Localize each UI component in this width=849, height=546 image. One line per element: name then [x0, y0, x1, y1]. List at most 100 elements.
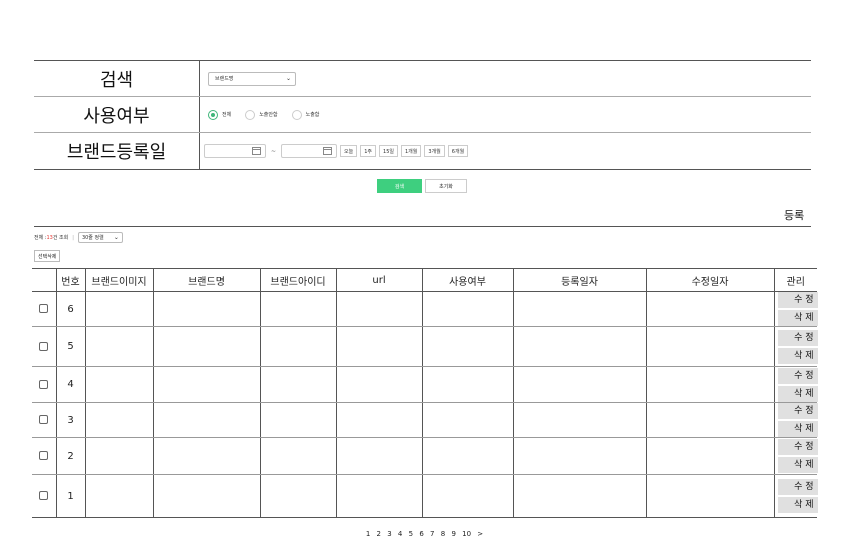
- calendar-icon[interactable]: [252, 147, 261, 155]
- list-toolbar: 전체 : 13 건 조회 | 30줄 정렬 ⌄: [34, 232, 123, 243]
- search-field-select[interactable]: 브랜드명 ⌄: [208, 71, 296, 86]
- manage-cell: 수 정 삭 제: [773, 291, 818, 327]
- page-link-9[interactable]: 9: [451, 530, 455, 538]
- brand-id-cell: [259, 326, 336, 367]
- brand-name-cell: [152, 437, 260, 475]
- page-link-3[interactable]: 3: [387, 530, 391, 538]
- header-brand-name: 브랜드명: [152, 268, 260, 292]
- radio-visible[interactable]: [291, 109, 302, 120]
- table-row: 3 수 정 삭 제: [32, 402, 818, 438]
- next-page-button[interactable]: >: [477, 530, 483, 538]
- brand-name-cell: [152, 291, 260, 327]
- radio-all[interactable]: [208, 109, 218, 120]
- url-cell: [335, 437, 422, 475]
- mod-date-cell: [645, 474, 774, 518]
- search-field-value: 브랜드명: [215, 76, 234, 82]
- delete-button[interactable]: 삭 제: [777, 385, 818, 402]
- edit-button[interactable]: 수 정: [777, 329, 818, 346]
- delete-button[interactable]: 삭 제: [777, 421, 818, 437]
- edit-button[interactable]: 수 정: [777, 479, 818, 495]
- usage-cell: [421, 437, 513, 475]
- row-checkbox[interactable]: [39, 379, 49, 389]
- page-link-1[interactable]: 1: [366, 530, 370, 538]
- brand-name-cell: [152, 326, 260, 367]
- reset-button[interactable]: 초기화: [425, 179, 467, 193]
- radio-hidden[interactable]: [245, 109, 256, 120]
- page-link-2[interactable]: 2: [377, 530, 381, 538]
- search-row-usage: 사용여부 전체 노출안함 노출함: [34, 97, 811, 133]
- mod-date-cell: [645, 402, 774, 438]
- table-row: 6 수 정 삭 제: [32, 291, 818, 327]
- start-date-input[interactable]: [204, 144, 266, 158]
- manage-cell: 수 정 삭 제: [773, 402, 818, 438]
- radio-visible-label[interactable]: 노출함: [306, 111, 320, 118]
- page-link-10[interactable]: 10: [462, 530, 471, 538]
- usage-cell: [421, 402, 513, 438]
- chevron-down-icon: ⌄: [285, 75, 291, 82]
- period-1week-button[interactable]: 1주: [360, 145, 377, 157]
- brand-image-cell: [84, 474, 153, 518]
- brand-table: 번호 브랜드이미지 브랜드명 브랜드아이디 url 사용여부 등록일자 수정일자…: [32, 268, 818, 518]
- row-checkbox[interactable]: [39, 304, 49, 313]
- date-range-separator: ~: [271, 147, 277, 155]
- brand-id-cell: [259, 402, 336, 438]
- row-number: 4: [55, 366, 85, 403]
- period-6months-button[interactable]: 6개월: [447, 145, 469, 157]
- period-15days-button[interactable]: 15일: [379, 145, 398, 157]
- search-form: 검색 브랜드명 ⌄ 사용여부 전체 노출안함 노출함 브랜드등록일 ~ 오늘 1…: [34, 60, 811, 170]
- radio-hidden-label[interactable]: 노출안함: [259, 111, 277, 118]
- table-row: 5 수 정 삭 제: [32, 326, 818, 367]
- reg-date-cell: [512, 366, 646, 403]
- end-date-input[interactable]: [281, 144, 338, 158]
- delete-button[interactable]: 삭 제: [777, 347, 818, 364]
- delete-button[interactable]: 삭 제: [777, 497, 818, 513]
- usage-cell: [421, 326, 513, 367]
- divider: |: [72, 234, 74, 241]
- calendar-icon[interactable]: [323, 147, 333, 155]
- manage-cell: 수 정 삭 제: [773, 326, 818, 367]
- register-button[interactable]: 등록: [784, 207, 804, 223]
- delete-button[interactable]: 삭 제: [777, 457, 818, 473]
- reg-date-cell: [512, 402, 646, 438]
- period-1month-button[interactable]: 1개월: [401, 145, 422, 157]
- brand-name-cell: [152, 366, 260, 403]
- page-link-6[interactable]: 6: [419, 530, 423, 538]
- brand-image-cell: [84, 402, 153, 438]
- header-checkbox-col: [32, 268, 56, 292]
- page-link-5[interactable]: 5: [409, 530, 413, 538]
- page-link-8[interactable]: 8: [441, 530, 445, 538]
- edit-button[interactable]: 수 정: [777, 439, 818, 455]
- edit-button[interactable]: 수 정: [777, 403, 818, 419]
- manage-cell: 수 정 삭 제: [773, 366, 818, 403]
- reg-date-cell: [512, 437, 646, 475]
- search-button[interactable]: 검색: [377, 179, 422, 193]
- mod-date-cell: [645, 326, 774, 367]
- page-link-4[interactable]: 4: [398, 530, 402, 538]
- period-today-button[interactable]: 오늘: [340, 145, 358, 157]
- radio-all-label[interactable]: 전체: [222, 111, 231, 118]
- rows-per-page-select[interactable]: 30줄 정렬 ⌄: [77, 232, 123, 243]
- header-no: 번호: [55, 268, 85, 292]
- period-3months-button[interactable]: 3개월: [424, 145, 445, 157]
- page-link-7[interactable]: 7: [430, 530, 434, 538]
- edit-button[interactable]: 수 정: [777, 292, 818, 308]
- table-row: 1 수 정 삭 제: [32, 474, 818, 518]
- delete-button[interactable]: 삭 제: [777, 310, 818, 326]
- brand-id-cell: [259, 291, 336, 327]
- row-checkbox[interactable]: [39, 341, 49, 351]
- rows-per-page-value: 30줄 정렬: [81, 235, 104, 241]
- row-number: 1: [55, 474, 85, 518]
- brand-image-cell: [84, 366, 153, 403]
- header-mod-date: 수정일자: [645, 268, 774, 292]
- delete-selected-button[interactable]: 선택삭제: [34, 250, 61, 262]
- mod-date-cell: [645, 437, 774, 475]
- edit-button[interactable]: 수 정: [777, 367, 818, 384]
- usage-cell: [421, 474, 513, 518]
- row-checkbox[interactable]: [39, 451, 49, 460]
- brand-image-cell: [84, 437, 153, 475]
- regdate-label: 브랜드등록일: [34, 133, 200, 169]
- mod-date-cell: [645, 366, 774, 403]
- brand-name-cell: [152, 402, 260, 438]
- row-checkbox[interactable]: [39, 491, 49, 500]
- row-checkbox[interactable]: [39, 415, 49, 424]
